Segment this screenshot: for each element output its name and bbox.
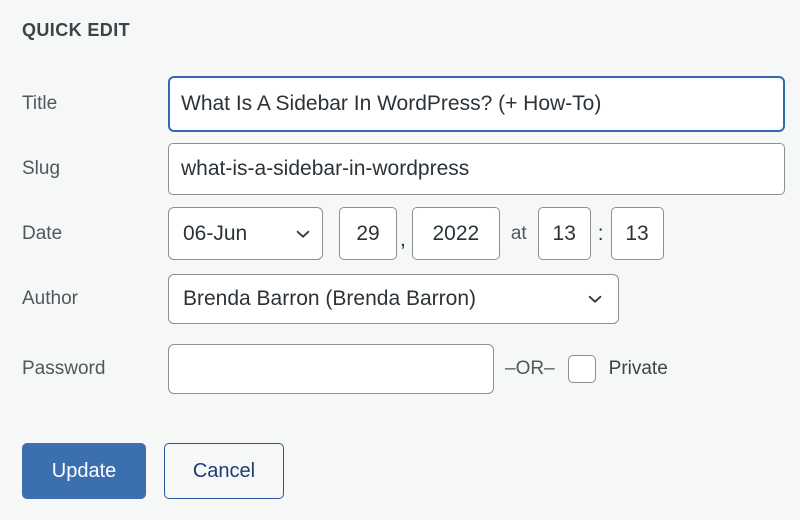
author-select[interactable]: Brenda Barron (Brenda Barron) [168, 274, 619, 324]
author-label: Author [22, 288, 78, 309]
date-label: Date [22, 222, 63, 244]
password-input[interactable] [168, 344, 494, 394]
date-comma-separator: , [400, 228, 406, 251]
password-label: Password [22, 358, 106, 379]
date-month-select[interactable]: 06-Jun [168, 207, 323, 260]
title-label: Title [22, 93, 58, 114]
slug-label: Slug [22, 158, 61, 179]
date-month-value: 06-Jun [183, 221, 248, 245]
date-at-label: at [510, 222, 527, 244]
form-row-slug: Slug [0, 143, 800, 195]
form-row-author: Author Brenda Barron (Brenda Barron) [0, 274, 800, 324]
date-year-input[interactable] [411, 207, 500, 260]
button-bar: Update Cancel [22, 443, 284, 499]
date-fields-group: 06-Jun , at : [168, 207, 664, 260]
chevron-down-icon [586, 290, 604, 308]
date-minute-input[interactable] [610, 207, 664, 260]
form-row-date: Date 06-Jun , at : [0, 207, 800, 260]
or-separator-label: –OR– [505, 358, 555, 379]
chevron-down-icon [294, 225, 312, 243]
update-button[interactable]: Update [22, 443, 146, 499]
quick-edit-panel: QUICK EDIT Title Slug Date 06-Jun , at [0, 0, 800, 520]
private-checkbox-label[interactable]: Private [609, 358, 668, 380]
private-checkbox[interactable] [567, 355, 596, 383]
author-select-value: Brenda Barron (Brenda Barron) [183, 287, 476, 310]
form-row-title: Title [0, 76, 800, 132]
date-hour-input[interactable] [537, 207, 591, 260]
cancel-button[interactable]: Cancel [164, 443, 284, 499]
date-colon-separator: : [597, 221, 604, 245]
title-input[interactable] [168, 76, 785, 132]
page-title: QUICK EDIT [22, 20, 131, 40]
form-row-password: Password –OR– Private [0, 344, 800, 394]
slug-input[interactable] [168, 143, 785, 195]
date-day-input[interactable] [339, 207, 397, 260]
